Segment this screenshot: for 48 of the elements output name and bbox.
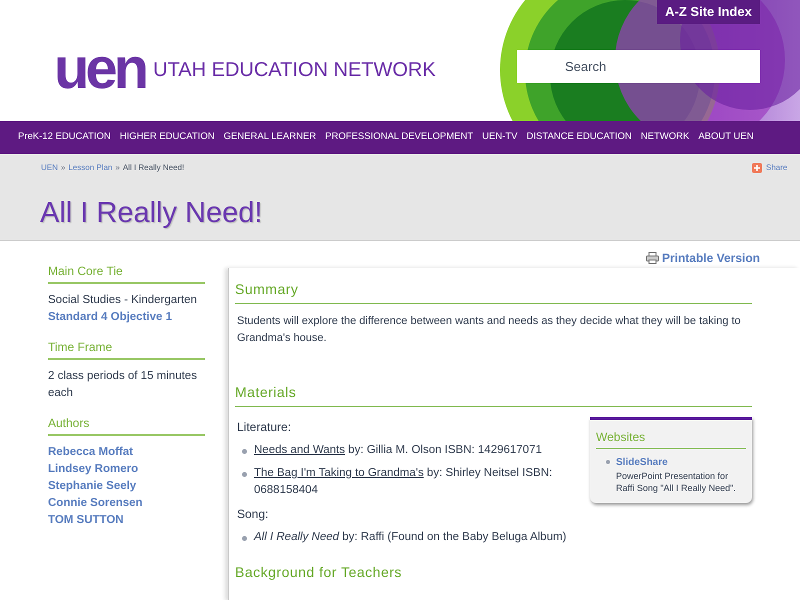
nav-link[interactable]: ABOUT UEN [698,130,754,145]
website-description: PowerPoint Presentation for Raffi Song "All I Really Need". [616,470,736,494]
nav-link[interactable]: NETWORK [640,130,690,145]
website-link[interactable]: SlideShare [616,455,736,470]
material-item: The Bag I'm Taking to Grandma's by: Shirley Neitsel ISBN: 0688158404 [254,466,554,498]
summary-text: Students will explore the difference between wants and needs as they decide what they will be taking to Grandma's house. [236,314,742,346]
nav-link[interactable]: DISTANCE EDUCATION [526,130,632,145]
logo-mark[interactable]: uen [54,44,146,94]
sidebar-link[interactable]: TOM SUTTON [48,512,205,529]
breadcrumb-separator: » [115,162,120,174]
material-item: All I Really Need by: Raffi (Found on the Baby Beluga Album) [254,530,568,545]
sidebar-text: 2 class periods of 15 minutes each [48,369,198,401]
nav-link[interactable]: PreK-12 EDUCATION [18,130,111,145]
nav-link[interactable]: HIGHER EDUCATION [120,130,215,145]
sidebar-link[interactable]: Lindsey Romero [48,461,205,478]
breadcrumb-separator: » [60,162,66,174]
sidebar-text: Social Studies - Kindergarten [48,293,198,308]
material-item: Needs and Wants by: Gillia M. Olson ISBN: 1429617071 [254,443,543,458]
material-link[interactable]: Needs and Wants [254,444,345,456]
card-heading: Websites [596,420,746,449]
sidebar-link[interactable]: Connie Sorensen [48,495,205,512]
nav-link[interactable]: GENERAL LEARNER [224,130,316,145]
site-index-button[interactable]: A-Z Site Index [657,0,760,24]
section-heading: Authors [48,414,205,436]
bullet-icon [606,460,610,464]
bullet-icon [242,449,247,454]
sidebar-link[interactable]: Stephanie Seely [48,478,205,495]
printable-version-link[interactable]: Printable Version [662,249,760,267]
page-title: All I Really Need! [40,196,262,231]
section-heading: Time Frame [48,338,205,360]
nav-link[interactable]: UEN-TV [482,130,518,145]
section-heading: Main Core Tie [48,262,205,284]
sidebar-link[interactable]: Standard 4 Objective 1 [48,309,205,326]
bullet-icon [242,472,247,477]
section-heading: Background for Teachers [235,563,403,582]
section-heading: Materials [235,382,752,407]
breadcrumb-item: All I Really Need! [122,162,184,174]
search-field[interactable]: Search [517,50,760,83]
material-link[interactable]: The Bag I'm Taking to Grandma's [254,467,424,479]
printer-icon[interactable] [646,252,659,264]
bullet-icon [242,536,247,541]
materials-label: Song: [237,506,270,523]
plus-icon[interactable] [752,163,762,173]
section-heading: Summary [235,268,752,304]
materials-label: Literature: [237,419,292,436]
logo-text[interactable]: UTAH EDUCATION NETWORK [153,55,436,85]
sidebar-link[interactable]: Rebecca Moffat [48,444,205,461]
nav-link[interactable]: PROFESSIONAL DEVELOPMENT [325,130,474,145]
